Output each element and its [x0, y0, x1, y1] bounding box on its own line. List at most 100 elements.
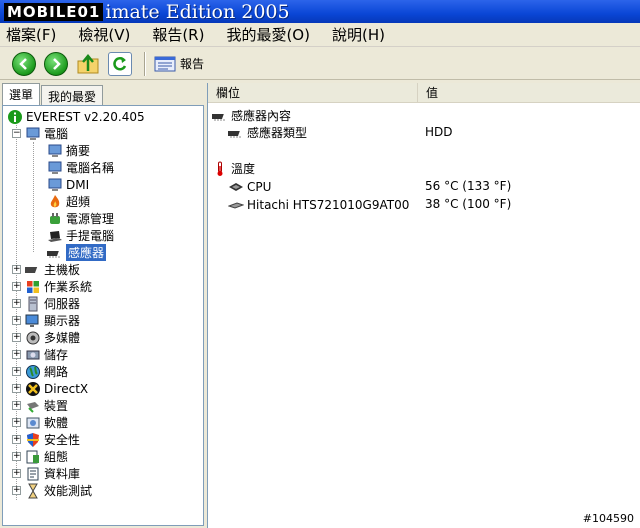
tree-item-multimedia[interactable]: + 多媒體 — [12, 329, 80, 346]
tree-item-server[interactable]: + 伺服器 — [12, 295, 80, 312]
expand-toggle[interactable]: + — [12, 452, 21, 461]
forward-button[interactable] — [44, 51, 68, 76]
toolbar-separator — [144, 51, 146, 76]
tree-item-display[interactable]: + 顯示器 — [12, 312, 80, 329]
shield-icon — [27, 432, 39, 447]
tree-item-benchmark[interactable]: + 效能測試 — [12, 482, 92, 499]
tree-item-os[interactable]: + 作業系統 — [12, 278, 92, 295]
arrow-left-icon — [19, 57, 27, 70]
tree-item-computer[interactable]: − 電腦 — [12, 125, 68, 142]
tree-item-directx[interactable]: + DirectX — [12, 380, 88, 397]
config-icon — [26, 450, 39, 463]
expand-toggle[interactable]: + — [12, 384, 21, 393]
tree-item-security[interactable]: + 安全性 — [12, 431, 80, 448]
report-button[interactable]: 報告 — [154, 55, 204, 73]
windows-logo-icon — [27, 280, 39, 293]
tab-favorites[interactable]: 我的最愛 — [41, 85, 104, 105]
tree-item-summary[interactable]: 摘要 — [47, 142, 90, 159]
tree-item-dmi[interactable]: DMI — [47, 176, 89, 193]
toolbar: 報告 — [0, 48, 640, 80]
hourglass-icon — [28, 483, 38, 498]
menu-favorites[interactable]: 我的最愛(O) — [224, 24, 312, 45]
tree-item-label: 感應器 — [66, 244, 107, 261]
speaker-icon — [26, 331, 40, 344]
expand-toggle[interactable]: + — [12, 350, 21, 359]
expand-toggle[interactable]: + — [12, 316, 21, 325]
expand-toggle[interactable]: + — [12, 299, 21, 308]
tree-item-label: EVEREST v2.20.405 — [26, 109, 145, 124]
title-bar: MOBILE01 imate Edition 2005 — [0, 0, 640, 23]
tree-item-database[interactable]: + 資料庫 — [12, 465, 80, 482]
tree-item-power[interactable]: 電源管理 — [47, 210, 114, 227]
computer-icon — [48, 178, 62, 191]
menu-view[interactable]: 檢視(V) — [76, 24, 132, 45]
tree-item-overclock[interactable]: 超頻 — [47, 193, 90, 210]
tab-menu[interactable]: 選單 — [2, 83, 41, 105]
computer-icon — [48, 161, 62, 174]
tree-item-config[interactable]: + 組態 — [12, 448, 68, 465]
tree-item-sensor[interactable]: 感應器 — [47, 244, 107, 261]
software-icon — [26, 417, 40, 428]
menu-help[interactable]: 說明(H) — [330, 24, 387, 45]
globe-icon — [26, 364, 40, 379]
collapse-toggle[interactable]: − — [12, 129, 21, 138]
list-row-sensor-type[interactable]: 感應器類型 — [228, 124, 307, 141]
computer-icon — [26, 127, 40, 140]
tree-panel[interactable]: EVEREST v2.20.405 − 電腦 摘要 電腦名稱 DMI 超頻 電源… — [2, 105, 204, 526]
directx-icon — [26, 381, 40, 396]
menu-file[interactable]: 檔案(F) — [4, 24, 58, 45]
report-icon — [154, 56, 176, 71]
field-label: CPU — [247, 179, 272, 194]
tree-item-storage[interactable]: + 儲存 — [12, 346, 68, 363]
expand-toggle[interactable]: + — [12, 401, 21, 410]
tree-item-label: 伺服器 — [44, 297, 81, 311]
expand-toggle[interactable]: + — [12, 469, 21, 478]
tree-item-label: 手提電腦 — [66, 229, 115, 243]
field-label: Hitachi HTS721010G9AT00 — [247, 197, 410, 212]
back-button[interactable] — [12, 51, 36, 76]
expand-toggle[interactable]: + — [12, 265, 21, 274]
hard-drive-icon — [228, 201, 244, 209]
field-label: 感應器類型 — [247, 126, 308, 140]
list-row-cpu-temp[interactable]: CPU — [228, 178, 271, 195]
column-header-value[interactable]: 值 — [418, 83, 640, 103]
expand-toggle[interactable]: + — [12, 486, 21, 495]
tree-item-computer-name[interactable]: 電腦名稱 — [47, 159, 114, 176]
details-panel[interactable]: 欄位 值 感應器內容 感應器類型 HDD 溫度 CPU 56 °C (133 °… — [207, 83, 640, 528]
field-value: 56 °C (133 °F) — [425, 179, 512, 193]
tree-item-label: 資料庫 — [44, 467, 81, 481]
flame-icon — [50, 194, 60, 207]
tree-item-devices[interactable]: + 裝置 — [12, 397, 68, 414]
tree-item-motherboard[interactable]: + 主機板 — [12, 261, 80, 278]
tree-item-root[interactable]: EVEREST v2.20.405 — [7, 108, 145, 125]
cpu-icon — [229, 182, 243, 191]
expand-toggle[interactable]: + — [12, 282, 21, 291]
list-header: 欄位 值 — [208, 83, 640, 103]
tree-item-network[interactable]: + 網路 — [12, 363, 68, 380]
tree-item-label: 裝置 — [44, 399, 69, 413]
expand-toggle[interactable]: + — [12, 435, 21, 444]
monitor-icon — [25, 314, 39, 327]
menu-report[interactable]: 報告(R) — [150, 24, 206, 45]
tree-item-software[interactable]: + 軟體 — [12, 414, 68, 431]
group-sensor-properties[interactable]: 感應器內容 — [212, 107, 291, 124]
group-temperature[interactable]: 溫度 — [212, 160, 255, 177]
expand-toggle[interactable]: + — [12, 333, 21, 342]
tree-item-label: 網路 — [44, 365, 69, 379]
expand-toggle[interactable]: + — [12, 418, 21, 427]
tree-item-label: 主機板 — [44, 263, 81, 277]
list-row-hdd-temp[interactable]: Hitachi HTS721010G9AT00 — [228, 196, 409, 213]
thermometer-icon — [217, 161, 223, 176]
report-button-label: 報告 — [180, 57, 205, 71]
expand-toggle[interactable]: + — [12, 367, 21, 376]
up-folder-button[interactable] — [76, 52, 100, 76]
chip-icon — [228, 130, 241, 138]
arrow-right-icon — [53, 57, 61, 70]
tree-item-label: 軟體 — [44, 416, 69, 430]
tree-item-laptop[interactable]: 手提電腦 — [47, 227, 114, 244]
left-tabs: 選單 我的最愛 — [0, 83, 206, 105]
device-icon — [27, 401, 39, 413]
refresh-button[interactable] — [108, 51, 132, 76]
window-title: imate Edition 2005 — [105, 0, 290, 23]
column-header-field[interactable]: 欄位 — [208, 83, 418, 103]
